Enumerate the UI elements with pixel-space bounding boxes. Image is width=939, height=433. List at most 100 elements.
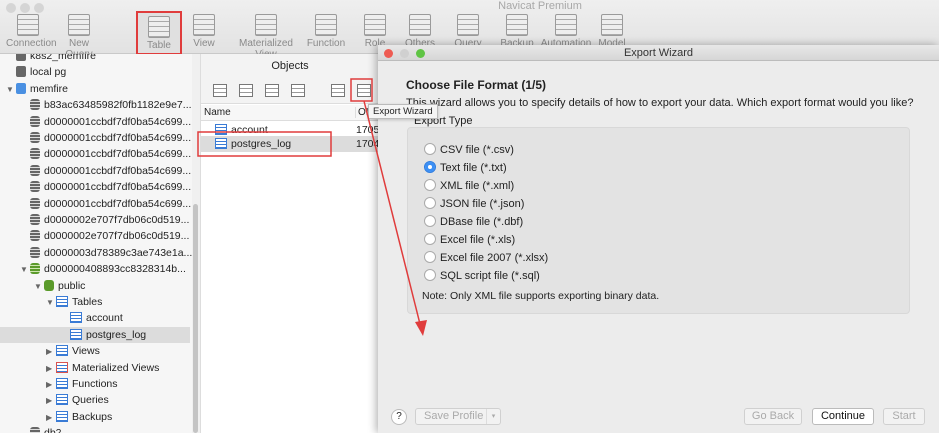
tree-database[interactable]: d0000001ccbdf7df0ba54c699... — [0, 196, 191, 212]
tree-group-backups[interactable]: ▶ Backups — [0, 409, 190, 425]
tree-database[interactable]: d0000002e707f7db06c0d519... — [0, 228, 190, 244]
disclosure-triangle-icon[interactable]: ▶ — [46, 393, 56, 409]
functions-icon — [56, 378, 68, 389]
radio-button-icon[interactable] — [424, 161, 436, 173]
disclosure-triangle-icon[interactable]: ▶ — [46, 344, 56, 360]
tree-schema[interactable]: ▼ public — [0, 278, 190, 294]
disclosure-triangle-icon[interactable]: ▶ — [46, 361, 56, 377]
radio-option[interactable]: XML file (*.xml) — [424, 178, 514, 194]
materialized-view-icon — [255, 14, 277, 36]
radio-option[interactable]: SQL script file (*.sql) — [424, 268, 540, 284]
export-wizard-icon[interactable] — [357, 84, 371, 97]
tree-group-materialized-views[interactable]: ▶ Materialized Views — [0, 360, 190, 376]
chevron-down-icon[interactable]: ▾ — [486, 409, 500, 424]
tree-database[interactable]: d0000003d78389c3ae743e1a... — [0, 245, 192, 261]
dialog-zoom-button[interactable] — [416, 49, 425, 58]
tree-table[interactable]: postgres_log — [0, 326, 190, 343]
tree-database[interactable]: d0000001ccbdf7df0ba54c699... — [0, 130, 191, 146]
open-table-icon[interactable] — [213, 84, 227, 97]
database-icon — [30, 148, 40, 160]
toolbar-materialized-view-button[interactable]: Materialized View — [228, 14, 304, 60]
save-profile-button[interactable]: Save Profile ▾ — [415, 408, 501, 425]
start-button[interactable]: Start — [883, 408, 925, 425]
tree-group-queries[interactable]: ▶ Queries — [0, 392, 190, 408]
connection-tree: k8s2_memfire local pg ▼ memfire b83ac6348598… — [0, 54, 192, 433]
database-icon — [30, 263, 40, 275]
tree-database[interactable]: b83ac63485982f0fb1182e9e7... — [0, 97, 192, 113]
radio-option[interactable]: Text file (*.txt) — [424, 160, 507, 176]
radio-option[interactable]: Excel file (*.xls) — [424, 232, 515, 248]
tree-group-functions[interactable]: ▶ Functions — [0, 376, 190, 392]
database-icon — [30, 132, 40, 143]
zoom-window-button[interactable] — [34, 3, 44, 13]
binary-note: Note: Only XML file supports exporting b… — [422, 290, 660, 302]
dialog-heading: Choose File Format (1/5) — [406, 78, 547, 92]
tree-database[interactable]: db2 — [0, 425, 190, 433]
tree-connection[interactable]: k8s2_memfire — [0, 54, 190, 64]
continue-button[interactable]: Continue — [812, 408, 874, 425]
minimize-window-button[interactable] — [20, 3, 30, 13]
tree-database[interactable]: d0000001ccbdf7df0ba54c699... — [0, 146, 191, 162]
table-icon — [148, 16, 170, 38]
connection-icon — [16, 66, 26, 78]
radio-button-icon[interactable] — [424, 197, 436, 209]
disclosure-triangle-icon[interactable]: ▼ — [20, 262, 30, 278]
database-icon — [30, 99, 40, 111]
radio-option[interactable]: CSV file (*.csv) — [424, 142, 514, 158]
import-wizard-icon[interactable] — [331, 84, 345, 97]
toolbar-table-button[interactable]: Table — [136, 11, 182, 55]
go-back-button[interactable]: Go Back — [744, 408, 802, 425]
disclosure-triangle-icon[interactable]: ▼ — [6, 82, 16, 98]
dialog-close-button[interactable] — [384, 49, 393, 58]
radio-button-icon[interactable] — [424, 251, 436, 263]
disclosure-triangle-icon[interactable]: ▶ — [46, 410, 56, 426]
objects-panel: Objects Name OID account 1705 postgres_lo… — [200, 54, 379, 433]
table-row[interactable]: postgres_log 1704 — [201, 136, 379, 152]
radio-option[interactable]: DBase file (*.dbf) — [424, 214, 523, 230]
tree-group-views[interactable]: ▶ Views — [0, 343, 190, 359]
toolbar-connection-button[interactable]: Connection — [6, 14, 57, 54]
tree-table[interactable]: account — [0, 310, 190, 326]
tree-connection[interactable]: local pg — [0, 64, 190, 80]
schema-icon — [44, 279, 54, 291]
radio-button-icon[interactable] — [424, 269, 436, 281]
column-header-name[interactable]: Name — [204, 107, 231, 118]
disclosure-triangle-icon[interactable]: ▼ — [46, 295, 56, 311]
design-table-icon[interactable] — [239, 84, 253, 97]
radio-button-icon[interactable] — [424, 179, 436, 191]
tree-tables-group[interactable]: ▼ Tables — [0, 294, 190, 310]
toolbar-view-button[interactable]: View — [190, 14, 218, 54]
radio-button-icon[interactable] — [424, 215, 436, 227]
database-icon — [30, 246, 40, 258]
automation-icon — [555, 14, 577, 36]
tree-connection[interactable]: ▼ memfire — [0, 81, 190, 97]
tree-database[interactable]: ▼ d000000408893cc8328314b... — [0, 261, 190, 277]
radio-button-icon[interactable] — [424, 143, 436, 155]
database-icon — [30, 427, 40, 433]
database-icon — [30, 214, 40, 225]
sidebar-scrollbar[interactable] — [192, 54, 200, 433]
tree-database[interactable]: d0000001ccbdf7df0ba54c699... — [0, 163, 191, 179]
radio-option[interactable]: JSON file (*.json) — [424, 196, 524, 212]
radio-option[interactable]: Excel file 2007 (*.xlsx) — [424, 250, 548, 266]
toolbar-new-query-button[interactable]: New Query — [56, 14, 102, 60]
tree-database[interactable]: d0000001ccbdf7df0ba54c699... — [0, 114, 191, 130]
database-icon — [30, 230, 40, 242]
new-table-icon[interactable] — [265, 84, 279, 97]
toolbar-function-button[interactable]: Function — [306, 14, 346, 54]
delete-table-icon[interactable] — [291, 84, 305, 97]
tree-database[interactable]: d0000002e707f7db06c0d519... — [0, 212, 190, 228]
radio-button-icon[interactable] — [424, 233, 436, 245]
new-query-icon — [68, 14, 90, 36]
export-type-group: Note: Only XML file supports exporting b… — [407, 127, 910, 314]
model-icon — [601, 14, 623, 36]
dialog-description: This wizard allows you to specify detail… — [406, 97, 914, 109]
disclosure-triangle-icon[interactable]: ▶ — [46, 377, 56, 393]
tree-database[interactable]: d0000001ccbdf7df0ba54c699... — [0, 179, 191, 195]
help-button[interactable]: ? — [391, 409, 407, 425]
close-window-button[interactable] — [6, 3, 16, 13]
views-icon — [56, 345, 68, 357]
database-icon — [30, 164, 40, 176]
disclosure-triangle-icon[interactable]: ▼ — [34, 279, 44, 295]
function-icon — [315, 14, 337, 36]
